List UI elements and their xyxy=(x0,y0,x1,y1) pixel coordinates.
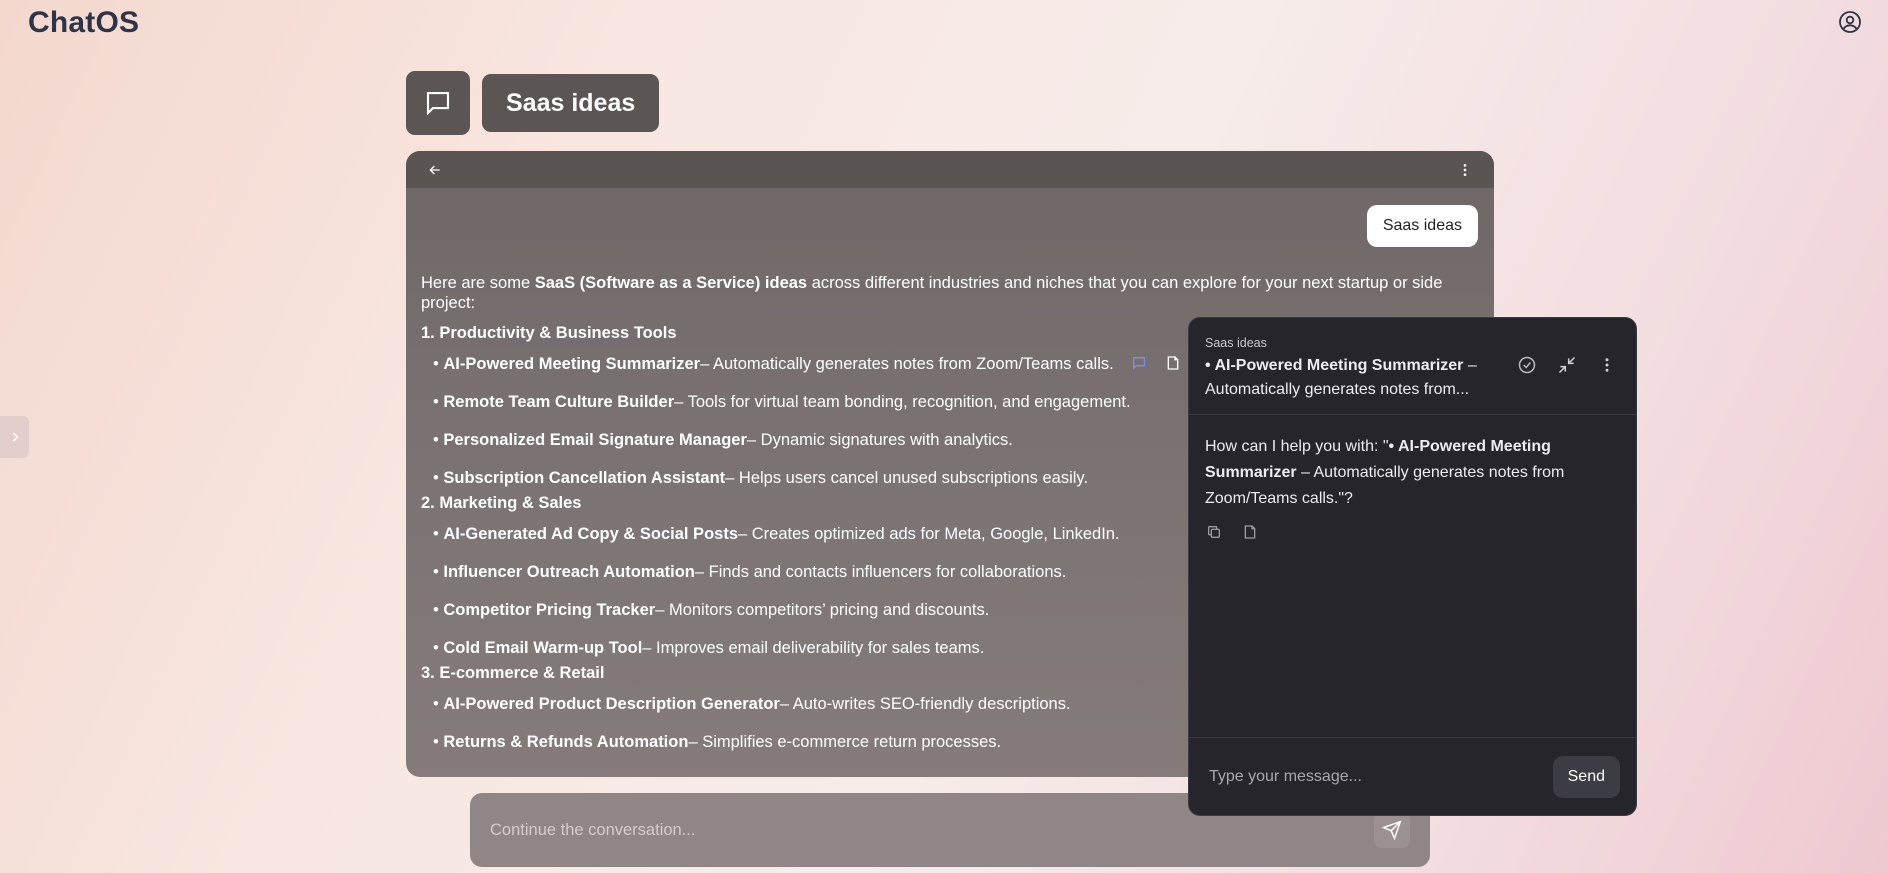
bullet: • xyxy=(433,639,439,657)
user-message-bubble: Saas ideas xyxy=(1366,205,1478,247)
chat-menu-button[interactable] xyxy=(1454,159,1476,181)
thread-actions xyxy=(1516,354,1618,376)
bullet: • xyxy=(433,393,439,411)
item-desc: – Creates optimized ads for Meta, Google… xyxy=(738,525,1120,543)
item-title: Influencer Outreach Automation xyxy=(443,563,695,581)
more-vertical-icon xyxy=(1463,164,1467,176)
thread-header: Saas ideas • AI-Powered Meeting Summariz… xyxy=(1189,318,1636,415)
chat-topbar xyxy=(406,151,1494,188)
sidebar-toggle-button[interactable] xyxy=(0,416,29,458)
app-logo: ChatOS xyxy=(28,6,140,39)
copy-icon xyxy=(1208,526,1220,538)
thread-message-actions xyxy=(1205,523,1259,541)
item-title: Cold Email Warm-up Tool xyxy=(443,639,643,657)
bullet: • xyxy=(433,601,439,619)
thread-breadcrumb: Saas ideas xyxy=(1205,336,1267,350)
continue-input[interactable] xyxy=(490,813,1330,847)
bullet: • xyxy=(433,431,439,449)
chat-bubble-icon xyxy=(426,91,450,116)
item-title: AI-Powered Product Description Generator xyxy=(443,695,780,713)
item-desc: – Improves email deliverability for sale… xyxy=(642,639,985,657)
message-square-icon xyxy=(1132,357,1145,370)
open-thread-button[interactable] xyxy=(1130,354,1148,372)
thread-title-bold: • AI-Powered Meeting Summarizer xyxy=(1205,357,1464,374)
item-desc: – Automatically generates notes from Zoo… xyxy=(700,355,1114,373)
item-title: Subscription Cancellation Assistant xyxy=(443,469,726,487)
item-desc: – Monitors competitors’ pricing and disc… xyxy=(655,601,990,619)
thread-panel: Saas ideas • AI-Powered Meeting Summariz… xyxy=(1188,317,1637,816)
thread-title: • AI-Powered Meeting Summarizer – Automa… xyxy=(1205,354,1495,402)
note-icon xyxy=(1167,356,1179,370)
item-title: AI-Generated Ad Copy & Social Posts xyxy=(443,525,738,543)
back-button[interactable] xyxy=(424,159,446,181)
thread-send-button[interactable]: Send xyxy=(1552,756,1620,798)
item-title: Remote Team Culture Builder xyxy=(443,393,675,411)
bullet: • xyxy=(433,469,439,487)
item-desc: – Dynamic signatures with analytics. xyxy=(746,431,1013,449)
assistant-intro: Here are some SaaS (Software as a Servic… xyxy=(421,273,1481,313)
item-desc: – Auto-writes SEO-friendly descriptions. xyxy=(779,695,1071,713)
item-desc: – Helps users cancel unused subscription… xyxy=(725,469,1089,487)
item-title: AI-Powered Meeting Summarizer xyxy=(443,355,701,373)
note-button[interactable] xyxy=(1164,354,1182,372)
chat-icon-button[interactable] xyxy=(406,71,470,135)
resolve-button[interactable] xyxy=(1516,354,1538,376)
note-button[interactable] xyxy=(1241,523,1259,541)
user-account-button[interactable] xyxy=(1837,9,1863,35)
item-desc: – Finds and contacts influencers for col… xyxy=(694,563,1067,581)
bullet: • xyxy=(433,733,439,751)
more-vertical-icon xyxy=(1605,358,1609,372)
copy-button[interactable] xyxy=(1205,523,1223,541)
chevron-right-icon xyxy=(12,432,18,442)
chat-title[interactable]: Saas ideas xyxy=(482,74,660,132)
bullet: • xyxy=(433,695,439,713)
item-actions xyxy=(1130,354,1182,372)
thread-menu-button[interactable] xyxy=(1596,354,1618,376)
minimize-icon xyxy=(1558,356,1576,374)
thread-msg-prefix: How can I help you with: " xyxy=(1205,438,1389,455)
bullet: • xyxy=(433,525,439,543)
intro-text: Here are some xyxy=(421,274,535,292)
bullet: • xyxy=(433,355,439,373)
minimize-button[interactable] xyxy=(1556,354,1578,376)
note-icon xyxy=(1244,525,1256,539)
thread-footer: Send xyxy=(1189,737,1636,815)
item-title: Competitor Pricing Tracker xyxy=(443,601,656,619)
check-circle-icon xyxy=(1518,356,1536,374)
arrow-left-icon xyxy=(429,165,440,175)
user-circle-icon xyxy=(1839,11,1861,33)
item-title: Returns & Refunds Automation xyxy=(443,733,689,751)
bullet: • xyxy=(433,563,439,581)
continue-send-button[interactable] xyxy=(1374,812,1410,848)
intro-bold: SaaS (Software as a Service) ideas xyxy=(534,274,808,292)
item-desc: – Simplifies e-commerce return processes… xyxy=(688,733,1002,751)
item-title: Personalized Email Signature Manager xyxy=(443,431,747,449)
item-desc: – Tools for virtual team bonding, recogn… xyxy=(674,393,1131,411)
thread-message-input[interactable] xyxy=(1209,760,1529,794)
send-icon xyxy=(1382,820,1402,840)
thread-message: How can I help you with: "• AI-Powered M… xyxy=(1205,434,1620,512)
